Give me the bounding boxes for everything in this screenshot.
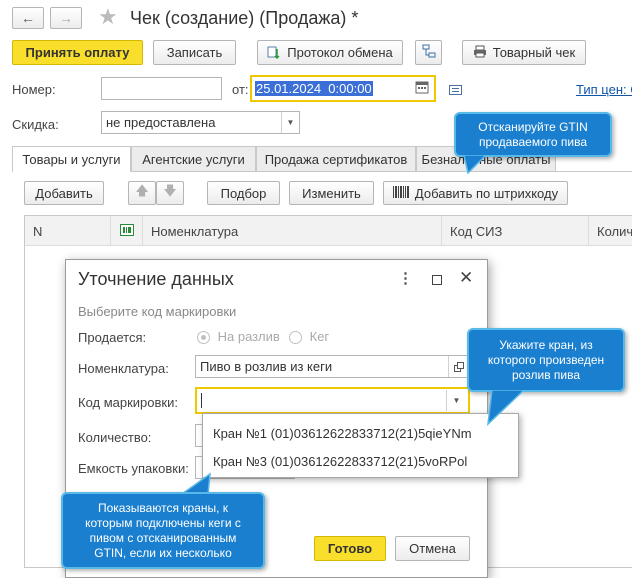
tab-goods-services[interactable]: Товары и услуги — [12, 146, 131, 172]
product-receipt-label: Товарный чек — [492, 45, 576, 60]
product-receipt-button[interactable]: Товарный чек — [462, 40, 586, 65]
exchange-log-button[interactable]: Протокол обмена — [257, 40, 403, 65]
package-label: Емкость упаковки: — [78, 461, 189, 476]
open-icon[interactable] — [448, 356, 468, 377]
done-button[interactable]: Готово — [314, 536, 386, 561]
marking-column-icon — [119, 223, 134, 239]
window-title: Чек (создание) (Продажа) * — [130, 8, 359, 28]
write-button[interactable]: Записать — [153, 40, 236, 65]
accept-payment-button[interactable]: Принять оплату — [12, 40, 143, 65]
forward-button[interactable]: → — [50, 7, 82, 29]
discount-dropdown-icon[interactable]: ▼ — [281, 112, 299, 133]
dialog-title: Уточнение данных — [78, 269, 234, 289]
nomenclature-value: Пиво в розлив из кеги — [200, 359, 333, 374]
column-marking[interactable] — [111, 216, 143, 246]
edit-button[interactable]: Изменить — [289, 181, 374, 205]
barcode-icon — [392, 185, 409, 201]
price-type-link[interactable]: Тип цен: С — [576, 82, 632, 97]
cancel-button[interactable]: Отмена — [395, 536, 470, 561]
column-siz-code[interactable]: Код СИЗ — [442, 216, 589, 246]
number-input[interactable] — [101, 77, 222, 100]
sold-label: Продается: — [78, 330, 147, 345]
favorite-star-icon[interactable]: ★ — [98, 5, 118, 29]
tooltip-choose-tap-pointer — [487, 390, 526, 426]
number-label: Номер: — [12, 82, 56, 97]
tooltip-taps-shown: Показываются краны, к которым подключены… — [61, 492, 265, 569]
move-up-button[interactable]: 🡅 — [128, 181, 156, 205]
nomenclature-input[interactable]: Пиво в розлив из кеги — [195, 355, 468, 378]
date-input[interactable]: 25.01.2024 0:00:00 — [250, 75, 436, 102]
dialog-close-icon[interactable]: ✕ — [459, 268, 473, 288]
back-button[interactable]: ← — [12, 7, 44, 29]
structure-button[interactable] — [415, 40, 442, 65]
calendar-icon[interactable] — [415, 80, 429, 94]
arrow-right-icon: → — [59, 10, 73, 26]
add-row-button[interactable]: Добавить — [24, 181, 104, 205]
radio-keg[interactable]: Кег — [289, 329, 330, 345]
radio-on-tap-label: На разлив — [217, 329, 280, 344]
dropdown-option-tap-3[interactable]: Кран №3 (01)03612622833712(21)5voRPol — [213, 454, 467, 469]
exchange-icon — [267, 46, 281, 60]
add-by-barcode-label: Добавить по штрихкоду — [414, 185, 559, 201]
marking-code-input[interactable] — [195, 387, 470, 414]
marking-code-dropdown-icon[interactable]: ▼ — [446, 390, 466, 411]
comment-icon[interactable] — [449, 83, 463, 95]
printer-icon — [473, 45, 487, 61]
date-label: от: — [232, 82, 249, 97]
add-by-barcode-button[interactable]: Добавить по штрихкоду — [383, 181, 568, 205]
arrow-up-icon: 🡅 — [135, 183, 149, 198]
column-n[interactable]: N — [25, 216, 111, 246]
text-cursor — [201, 393, 202, 408]
dropdown-option-tap-1[interactable]: Кран №1 (01)03612622833712(21)5qieYNm — [213, 426, 472, 441]
hierarchy-icon — [422, 44, 436, 61]
arrow-left-icon: ← — [21, 10, 35, 26]
discount-value: не предоставлена — [106, 115, 216, 130]
radio-keg-icon — [289, 331, 302, 345]
exchange-log-label: Протокол обмена — [287, 45, 393, 60]
tooltip-scan-gtin-pointer — [463, 155, 488, 175]
tab-agent-services[interactable]: Агентские услуги — [131, 146, 256, 171]
tooltip-scan-gtin: Отсканируйте GTIN продаваемого пива — [454, 112, 612, 157]
discount-label: Скидка: — [12, 117, 59, 132]
quantity-label: Количество: — [78, 430, 152, 445]
date-value: 25.01.2024 0:00:00 — [255, 81, 373, 96]
column-quantity[interactable]: Колич — [589, 216, 632, 246]
tab-certificate-sales[interactable]: Продажа сертификатов — [256, 146, 416, 171]
radio-on-tap-icon — [197, 331, 210, 345]
dialog-maximize-icon[interactable] — [432, 275, 442, 285]
arrow-down-icon: 🡇 — [163, 183, 177, 198]
column-nomenclature[interactable]: Номенклатура — [143, 216, 442, 246]
radio-keg-label: Кег — [309, 329, 330, 344]
nomenclature-label: Номенклатура: — [78, 361, 169, 376]
move-down-button[interactable]: 🡇 — [156, 181, 184, 205]
marking-code-dropdown-list: Кран №1 (01)03612622833712(21)5qieYNm Кр… — [202, 413, 519, 478]
marking-code-label: Код маркировки: — [78, 395, 178, 410]
dialog-subtitle: Выберите код маркировки — [78, 304, 237, 319]
tooltip-choose-tap: Укажите кран, из которого произведен роз… — [467, 328, 625, 392]
selection-button[interactable]: Подбор — [207, 181, 280, 205]
discount-select[interactable]: не предоставлена — [101, 111, 300, 134]
dialog-more-icon[interactable]: ⋮ — [398, 269, 413, 287]
radio-on-tap[interactable]: На разлив — [197, 329, 280, 345]
